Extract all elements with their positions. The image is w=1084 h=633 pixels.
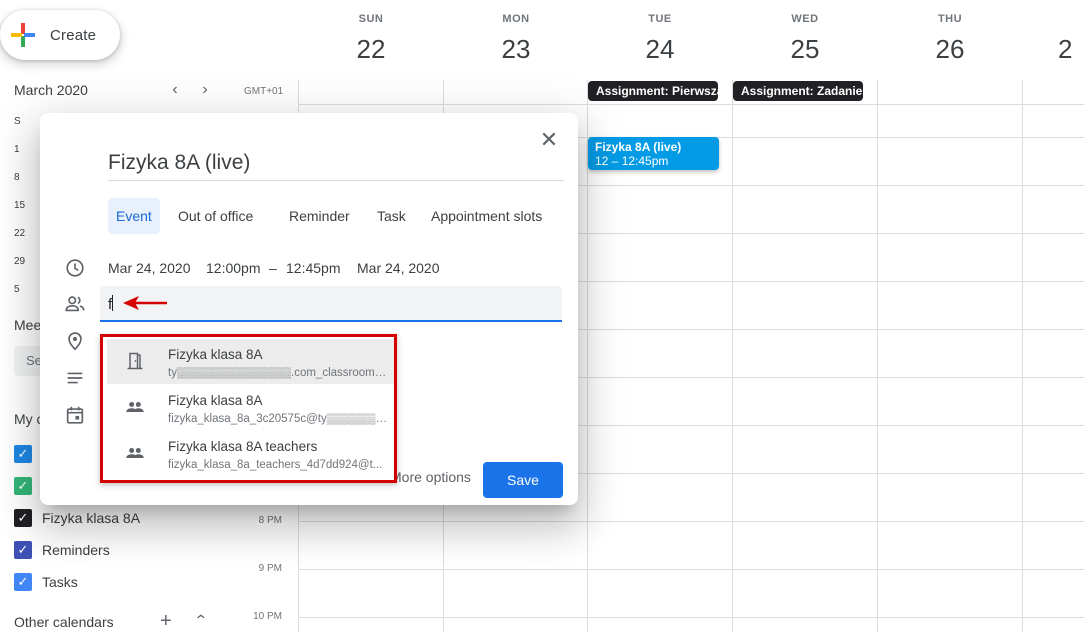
- mini-weekday-header: S: [14, 116, 21, 127]
- calendar-label: Reminders: [42, 542, 110, 558]
- suggestion-email: ty▒▒▒▒▒▒▒▒▒▒▒▒▒▒.com_classroom3...: [168, 367, 388, 379]
- suggestion-email: fizyka_klasa_8a_3c20575c@ty▒▒▒▒▒▒ si...: [168, 413, 388, 425]
- tab-appointment-slots[interactable]: Appointment slots: [423, 198, 550, 234]
- grid-line: [877, 80, 878, 632]
- guest-suggestions-dropdown: Fizyka klasa 8A ty▒▒▒▒▒▒▒▒▒▒▒▒▒▒.com_cla…: [100, 334, 397, 483]
- calendar-checkbox[interactable]: ✓: [14, 541, 32, 559]
- day-number[interactable]: 26: [920, 34, 980, 65]
- add-calendar-icon[interactable]: +: [160, 610, 172, 633]
- calendar-checkbox[interactable]: ✓: [14, 573, 32, 591]
- grid-line: [298, 521, 1084, 522]
- grid-line: [1022, 80, 1023, 632]
- plus-icon: [10, 22, 36, 48]
- calendar-icon: [64, 404, 86, 426]
- grid-line: [732, 80, 733, 632]
- event-title-input[interactable]: Fizyka 8A (live): [108, 151, 564, 181]
- allday-event-chip[interactable]: Assignment: Pierwsza: [588, 81, 718, 101]
- suggestion-name: Fizyka klasa 8A: [168, 347, 263, 362]
- close-icon[interactable]: ✕: [538, 129, 560, 151]
- tab-event[interactable]: Event: [108, 198, 160, 234]
- suggestion-item[interactable]: Fizyka klasa 8A teachers fizyka_klasa_8a…: [107, 431, 394, 476]
- day-number[interactable]: 25: [775, 34, 835, 65]
- day-name: THU: [937, 13, 963, 25]
- time-label: 10 PM: [253, 611, 282, 622]
- other-calendars-heading[interactable]: Other calendars: [14, 614, 114, 630]
- calendar-checkbox[interactable]: ✓: [14, 477, 32, 495]
- save-button[interactable]: Save: [483, 462, 563, 498]
- mini-day[interactable]: 1: [14, 144, 20, 155]
- collapse-icon[interactable]: ⌃: [193, 612, 208, 629]
- mini-day[interactable]: 8: [14, 172, 20, 183]
- description-icon: [64, 367, 86, 389]
- suggestion-name: Fizyka klasa 8A teachers: [168, 439, 318, 454]
- mini-day[interactable]: 22: [14, 228, 25, 239]
- day-name: SUN: [358, 13, 384, 25]
- clock-icon: [64, 257, 86, 279]
- day-number[interactable]: 22: [341, 34, 401, 65]
- mini-day[interactable]: 5: [14, 284, 20, 295]
- guest-input[interactable]: f: [100, 286, 562, 322]
- time-dash: –: [269, 260, 277, 276]
- next-month-icon[interactable]: ›: [195, 80, 215, 100]
- end-time[interactable]: 12:45pm: [286, 260, 340, 276]
- calendar-event[interactable]: Fizyka 8A (live) 12 – 12:45pm: [588, 137, 719, 170]
- mini-calendar-month: March 2020: [14, 82, 88, 98]
- group-icon: [125, 443, 145, 463]
- end-date[interactable]: Mar 24, 2020: [357, 260, 440, 276]
- suggestion-name: Fizyka klasa 8A: [168, 393, 263, 408]
- event-time: 12 – 12:45pm: [595, 154, 669, 168]
- suggestion-item[interactable]: Fizyka klasa 8A fizyka_klasa_8a_3c20575c…: [107, 385, 394, 430]
- tab-task[interactable]: Task: [369, 198, 414, 234]
- calendar-checkbox[interactable]: ✓: [14, 509, 32, 527]
- grid-line: [298, 569, 1084, 570]
- mini-day[interactable]: 15: [14, 200, 25, 211]
- start-time[interactable]: 12:00pm: [206, 260, 260, 276]
- suggestion-email: fizyka_klasa_8a_teachers_4d7dd924@t...: [168, 459, 383, 471]
- create-button[interactable]: Create: [0, 10, 120, 60]
- meet-heading: Mee: [14, 317, 42, 333]
- grid-line: [298, 104, 1084, 105]
- grid-line: [298, 617, 1084, 618]
- calendar-label: Tasks: [42, 574, 78, 590]
- suggestion-item[interactable]: Fizyka klasa 8A ty▒▒▒▒▒▒▒▒▒▒▒▒▒▒.com_cla…: [107, 339, 394, 384]
- group-icon: [125, 397, 145, 417]
- time-label: 8 PM: [258, 515, 282, 526]
- allday-event-chip[interactable]: Assignment: Zadanie: [733, 81, 863, 101]
- day-number[interactable]: 24: [630, 34, 690, 65]
- calendar-label: Fizyka klasa 8A: [42, 510, 141, 526]
- room-icon: [125, 351, 145, 371]
- create-label: Create: [50, 26, 97, 44]
- tab-reminder[interactable]: Reminder: [281, 198, 358, 234]
- time-label: 9 PM: [258, 563, 282, 574]
- tab-out-of-office[interactable]: Out of office: [170, 198, 261, 234]
- event-title: Fizyka 8A (live): [595, 140, 682, 154]
- prev-month-icon[interactable]: ‹: [165, 80, 185, 100]
- more-options-button[interactable]: More options: [390, 469, 471, 485]
- people-icon: [64, 293, 86, 315]
- day-number-partial: 2: [1058, 34, 1073, 64]
- day-number[interactable]: 23: [486, 34, 546, 65]
- day-name: WED: [791, 13, 819, 25]
- start-date[interactable]: Mar 24, 2020: [108, 260, 191, 276]
- timezone-label: GMT+01: [244, 86, 284, 97]
- day-name: MON: [502, 13, 530, 25]
- calendar-checkbox[interactable]: ✓: [14, 445, 32, 463]
- red-arrow-icon: [121, 293, 169, 318]
- location-icon: [64, 330, 86, 352]
- day-name: TUE: [648, 13, 672, 25]
- mini-day[interactable]: 29: [14, 256, 25, 267]
